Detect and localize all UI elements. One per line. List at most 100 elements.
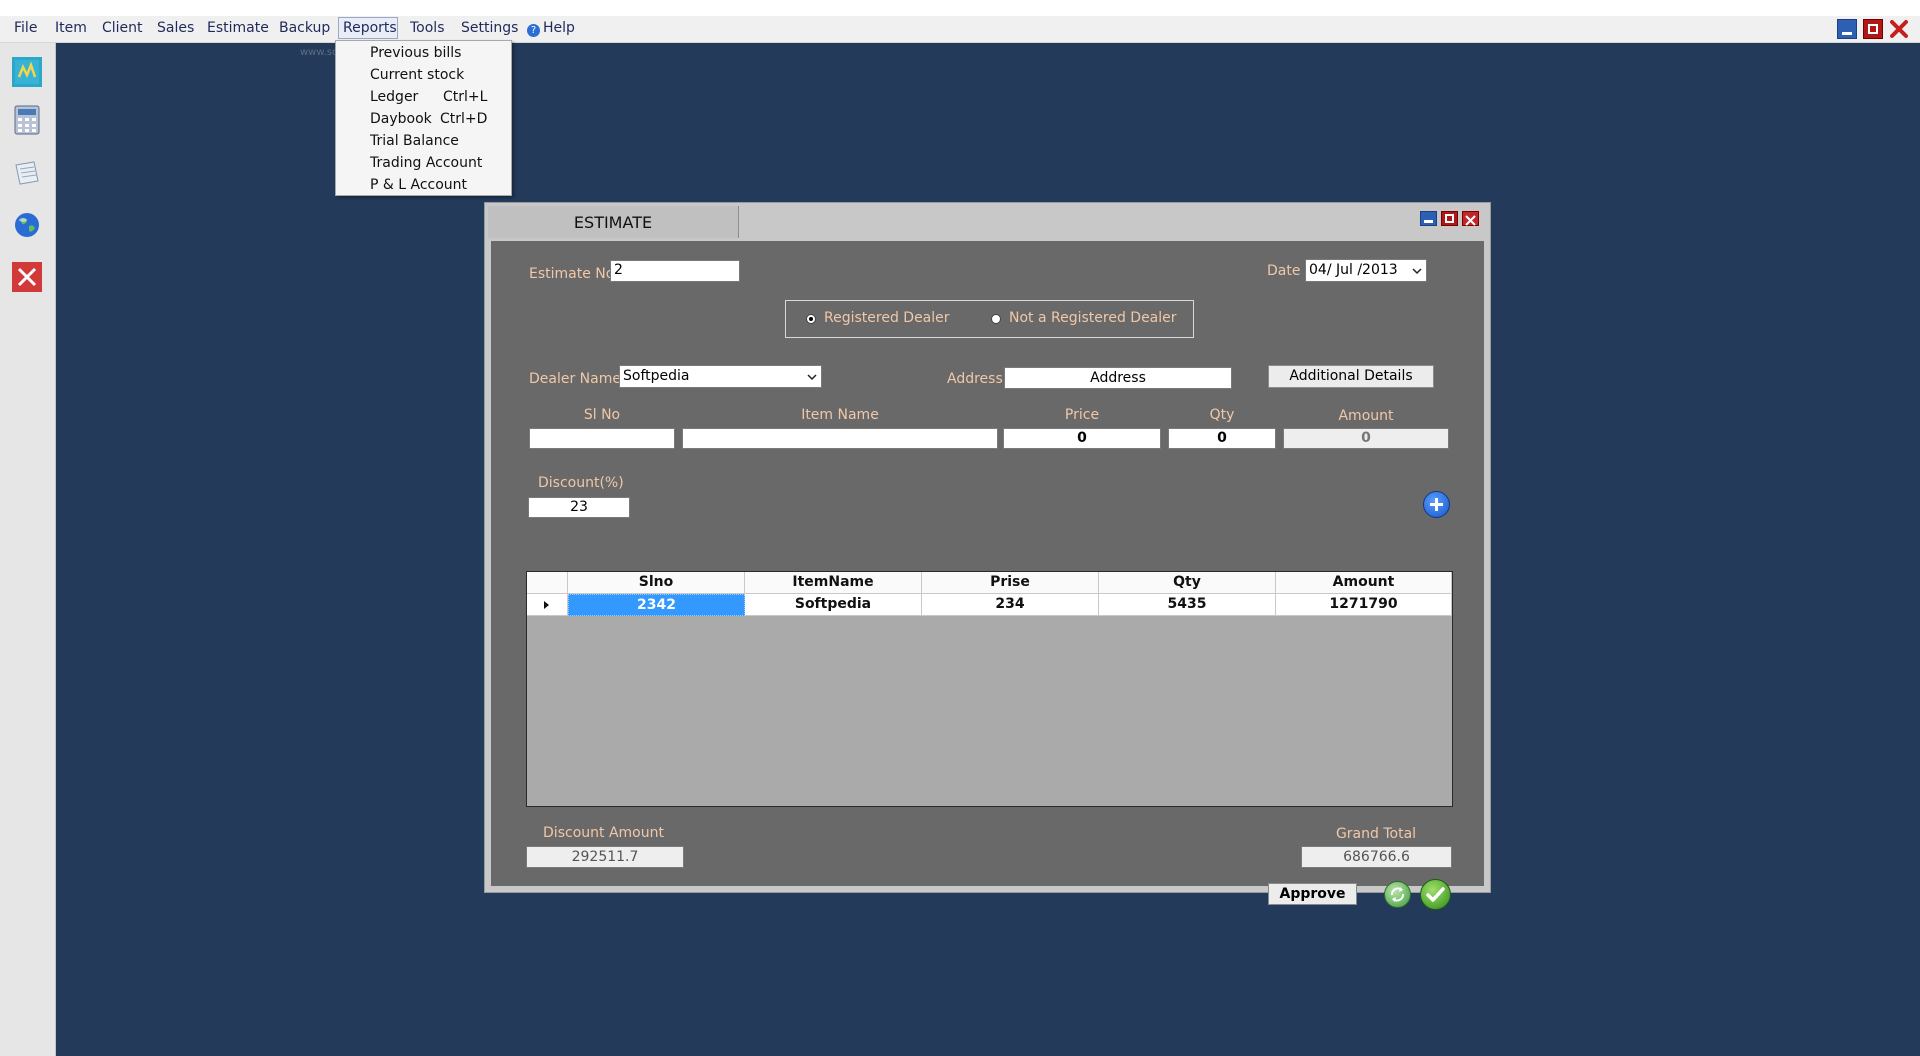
chevron-down-icon xyxy=(807,374,817,381)
entry-item-name-input[interactable] xyxy=(682,428,998,449)
dealer-name-label: Dealer Name xyxy=(529,371,621,387)
entry-price-input[interactable]: 0 xyxy=(1003,428,1161,449)
grid-cell-qty[interactable]: 5435 xyxy=(1099,594,1276,616)
menu-file[interactable]: File xyxy=(14,20,37,36)
grid-header-qty[interactable]: Qty xyxy=(1099,572,1276,594)
radio-not-registered-label: Not a Registered Dealer xyxy=(1009,310,1177,326)
radio-registered-dealer[interactable] xyxy=(806,314,816,324)
radio-registered-label: Registered Dealer xyxy=(824,310,950,326)
exit-icon[interactable] xyxy=(12,262,42,292)
estimate-tab-title: ESTIMATE xyxy=(573,212,653,232)
minimize-app-button[interactable] xyxy=(1837,19,1857,39)
discount-amount-field: 292511.7 xyxy=(526,846,684,868)
menu-item-label: P & L Account xyxy=(370,177,468,193)
estimate-tab[interactable]: ESTIMATE xyxy=(488,206,739,238)
address-label: Address xyxy=(947,371,1003,387)
dealer-name-select[interactable]: Softpedia xyxy=(619,365,822,388)
confirm-button[interactable] xyxy=(1420,879,1451,910)
close-icon xyxy=(1465,215,1476,226)
discount-input[interactable]: 23 xyxy=(528,497,630,518)
menu-item-daybook[interactable]: Daybook Ctrl+D xyxy=(336,109,511,130)
minimize-window-button[interactable] xyxy=(1420,211,1437,226)
close-icon xyxy=(1890,20,1908,38)
menu-reports[interactable]: Reports xyxy=(343,20,397,36)
grid-cell-itemname[interactable]: Softpedia xyxy=(745,594,922,616)
entry-header-slno: Sl No xyxy=(583,407,621,423)
menu-item-label: Previous bills xyxy=(370,45,462,61)
menu-item-trial-balance[interactable]: Trial Balance xyxy=(336,131,511,152)
refresh-icon xyxy=(1391,887,1404,902)
maximize-window-button[interactable] xyxy=(1441,211,1458,226)
help-icon: ? xyxy=(527,24,540,37)
additional-details-button[interactable]: Additional Details xyxy=(1268,365,1434,388)
date-picker[interactable]: 04/ Jul /2013 xyxy=(1305,259,1427,282)
refresh-button[interactable] xyxy=(1384,881,1411,908)
grid-header-itemname[interactable]: ItemName xyxy=(745,572,922,594)
menu-item-label: Current stock xyxy=(370,67,465,83)
grid-cell-slno[interactable]: 2342 xyxy=(568,594,745,616)
grid-row-selector[interactable] xyxy=(527,594,568,616)
date-value: 04/ Jul /2013 xyxy=(1309,262,1398,278)
row-pointer-icon xyxy=(544,601,549,609)
discount-label: Discount(%) xyxy=(538,475,624,491)
left-toolbar xyxy=(0,43,56,1056)
menu-sales[interactable]: Sales xyxy=(157,20,194,36)
menu-backup[interactable]: Backup xyxy=(279,20,330,36)
items-grid: Slno ItemName Prise Qty Amount 2342 Soft… xyxy=(526,571,1453,807)
close-window-button[interactable] xyxy=(1462,211,1479,226)
grid-cell-amount[interactable]: 1271790 xyxy=(1276,594,1452,616)
menu-tools[interactable]: Tools xyxy=(410,20,445,36)
menu-settings[interactable]: Settings xyxy=(461,20,518,36)
address-field[interactable]: Address xyxy=(1004,367,1232,389)
entry-slno-input[interactable] xyxy=(529,428,675,449)
grand-total-label: Grand Total xyxy=(1335,826,1417,842)
entry-header-amount: Amount xyxy=(1338,408,1394,424)
grid-header-prise[interactable]: Prise xyxy=(922,572,1099,594)
menu-estimate[interactable]: Estimate xyxy=(207,20,269,36)
entry-amount-field: 0 xyxy=(1283,428,1449,449)
menu-item-pl-account[interactable]: P & L Account xyxy=(336,175,511,196)
calculator-icon[interactable] xyxy=(12,105,42,135)
discount-amount-label: Discount Amount xyxy=(543,825,664,841)
menu-item-previous-bills[interactable]: Previous bills xyxy=(336,43,511,64)
globe-icon[interactable] xyxy=(12,210,42,240)
grid-header-slno[interactable]: Slno xyxy=(568,572,745,594)
chevron-down-icon xyxy=(1412,268,1422,275)
menu-item-trading-account[interactable]: Trading Account xyxy=(336,153,511,174)
grid-cell-prise[interactable]: 234 xyxy=(922,594,1099,616)
maximize-app-button[interactable] xyxy=(1863,19,1883,39)
radio-not-registered-dealer[interactable] xyxy=(991,314,1001,324)
menu-help[interactable]: ? Help xyxy=(527,20,575,37)
estimate-no-label: Estimate No xyxy=(529,266,615,282)
dealer-type-group: Registered Dealer Not a Registered Deale… xyxy=(785,300,1194,338)
entry-header-qty: Qty xyxy=(1209,407,1235,423)
menu-item-current-stock[interactable]: Current stock xyxy=(336,65,511,86)
estimate-no-field[interactable]: 2 xyxy=(610,260,740,282)
calculator-glyph xyxy=(14,105,40,135)
entry-header-price: Price xyxy=(1064,407,1100,423)
menu-help-label: Help xyxy=(543,20,575,36)
globe-glyph xyxy=(15,213,39,237)
close-app-button[interactable] xyxy=(1889,19,1909,39)
approve-button[interactable]: Approve xyxy=(1268,883,1357,905)
menu-item-label: Trading Account xyxy=(370,155,483,171)
dm-logo-icon xyxy=(15,60,39,84)
menu-item[interactable]: Item xyxy=(55,20,87,36)
menu-item-label: Ledger xyxy=(370,89,419,105)
notes-icon[interactable] xyxy=(12,158,42,188)
dm-icon[interactable] xyxy=(12,57,42,87)
entry-header-item-name: Item Name xyxy=(801,407,879,423)
menu-client[interactable]: Client xyxy=(102,20,143,36)
dealer-name-value: Softpedia xyxy=(623,368,690,384)
entry-qty-input[interactable]: 0 xyxy=(1168,428,1276,449)
menu-item-label: Daybook xyxy=(370,111,432,127)
menu-bar: File Item Client Sales Estimate Backup R… xyxy=(0,16,1920,43)
reports-dropdown: Previous bills Current stock Ledger Ctrl… xyxy=(335,40,512,196)
add-item-button[interactable] xyxy=(1423,491,1450,518)
menu-item-shortcut: Ctrl+D xyxy=(440,111,488,127)
estimate-panel: Estimate No 2 Date 04/ Jul /2013 Registe… xyxy=(491,241,1484,910)
grid-header-amount[interactable]: Amount xyxy=(1276,572,1452,594)
menu-item-ledger[interactable]: Ledger Ctrl+L xyxy=(336,87,511,108)
exit-x-glyph xyxy=(17,267,37,287)
checkmark-icon xyxy=(1426,887,1445,902)
